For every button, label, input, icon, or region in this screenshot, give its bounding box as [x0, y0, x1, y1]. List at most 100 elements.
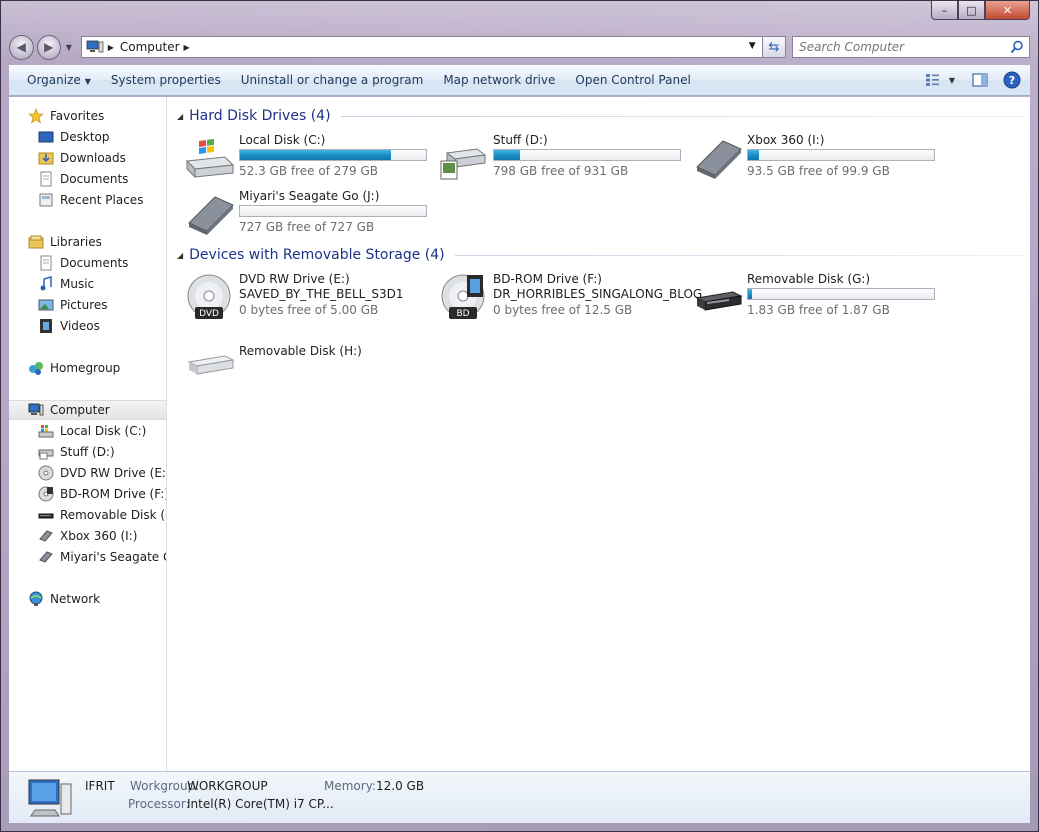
drive-free-space: 0 bytes free of 5.00 GB	[239, 303, 379, 317]
nav-documents[interactable]: Documents	[9, 169, 166, 189]
group-title: Hard Disk Drives (4)	[189, 108, 331, 124]
capacity-bar	[493, 149, 681, 161]
videos-icon	[40, 319, 52, 333]
collapse-arrow-icon[interactable]: ◢	[177, 112, 183, 121]
capacity-fill	[748, 289, 752, 299]
address-bar[interactable]: ▶ Computer ▶ ▼	[80, 36, 763, 58]
details-pane: IFRIT Workgroup: WORKGROUP Memory: 12.0 …	[9, 771, 1030, 823]
nav-computer[interactable]: Computer	[9, 400, 166, 420]
close-button[interactable]: ✕	[985, 1, 1030, 20]
collapse-arrow-icon[interactable]: ◢	[177, 251, 183, 260]
nav-desktop[interactable]: Desktop	[9, 127, 166, 147]
drive-name: Local Disk (C:)	[239, 133, 326, 147]
recent-places-icon	[39, 193, 53, 207]
nav-label: Pictures	[60, 298, 108, 312]
nav-library-documents[interactable]: Documents	[9, 253, 166, 273]
recent-pages-dropdown[interactable]: ▼	[63, 43, 75, 52]
explorer-window: – □ ✕ ◀ ▶ ▼ ▶ Computer ▶ ▼ ⇆ Search Comp…	[0, 0, 1039, 832]
system-properties-button[interactable]: System properties	[101, 73, 231, 87]
memory-label: Memory:	[324, 779, 376, 793]
open-control-panel-button[interactable]: Open Control Panel	[565, 73, 700, 87]
drive-name: Removable Disk (H:)	[239, 344, 362, 358]
drive-tile-d[interactable]: Stuff (D:) 798 GB free of 931 GB	[439, 133, 689, 183]
breadcrumb-computer[interactable]: Computer	[120, 40, 180, 54]
capacity-bar	[239, 205, 427, 217]
search-input[interactable]	[799, 40, 1010, 54]
drive-tile-h[interactable]: Removable Disk (H:)	[185, 344, 435, 394]
group-hard-disk-drives[interactable]: ◢ Hard Disk Drives (4)	[177, 106, 1024, 126]
group-divider	[340, 115, 1024, 117]
search-icon[interactable]	[1010, 40, 1024, 54]
organize-label: Organize	[27, 73, 81, 87]
processor-label: Processor:	[128, 797, 190, 811]
file-list[interactable]: ◢ Hard Disk Drives (4) Local Disk (C:) 5…	[167, 97, 1030, 771]
drive-tile-g[interactable]: Removable Disk (G:) 1.83 GB free of 1.87…	[693, 272, 943, 322]
nav-homegroup[interactable]: Homegroup	[9, 358, 166, 378]
drive-name: Miyari's Seagate Go (J:)	[239, 189, 380, 203]
back-arrow-icon: ◀	[16, 40, 26, 54]
caption-buttons: – □ ✕	[931, 1, 1030, 21]
minimize-button[interactable]: –	[931, 1, 958, 20]
nav-drive-c[interactable]: Local Disk (C:)	[9, 421, 166, 441]
nav-label: Downloads	[60, 151, 126, 165]
change-view-button[interactable]: ▼	[922, 70, 958, 90]
drive-free-space: 727 GB free of 727 GB	[239, 220, 375, 234]
breadcrumb-separator-icon[interactable]: ▶	[184, 43, 190, 52]
group-removable-storage[interactable]: ◢ Devices with Removable Storage (4)	[177, 245, 1024, 265]
nav-videos[interactable]: Videos	[9, 316, 166, 336]
nav-label: Favorites	[50, 109, 105, 123]
drive-free-space: 93.5 GB free of 99.9 GB	[747, 164, 890, 178]
drive-tile-f[interactable]: BD BD-ROM Drive (F:) DR_HORRIBLES_SINGAL…	[439, 272, 702, 322]
uninstall-program-button[interactable]: Uninstall or change a program	[231, 73, 434, 87]
map-network-drive-button[interactable]: Map network drive	[433, 73, 565, 87]
nav-music[interactable]: Music	[9, 274, 166, 294]
drive-tile-i[interactable]: Xbox 360 (I:) 93.5 GB free of 99.9 GB	[693, 133, 943, 183]
forward-button[interactable]: ▶	[36, 34, 61, 60]
nav-libraries[interactable]: Libraries	[9, 232, 166, 252]
nav-drive-i[interactable]: Xbox 360 (I:)	[9, 526, 166, 546]
nav-label: Videos	[60, 319, 100, 333]
capacity-fill	[240, 150, 391, 160]
nav-network[interactable]: Network	[9, 589, 166, 609]
nav-drive-f[interactable]: BD-ROM Drive (F:) D	[9, 484, 166, 504]
pictures-icon	[38, 299, 54, 311]
svg-text:?: ?	[1009, 74, 1015, 87]
preview-pane-button[interactable]	[970, 70, 990, 90]
help-button[interactable]: ?	[1002, 70, 1022, 90]
removable-disk-icon	[187, 355, 235, 375]
workgroup-value: WORKGROUP	[187, 779, 268, 793]
organize-button[interactable]: Organize ▼	[17, 73, 101, 87]
address-dropdown-icon[interactable]: ▼	[749, 41, 756, 51]
nav-label: Homegroup	[50, 361, 121, 375]
star-icon	[28, 108, 44, 124]
drive-tile-j[interactable]: Miyari's Seagate Go (J:) 727 GB free of …	[185, 189, 435, 239]
drive-tile-e[interactable]: DVD DVD RW Drive (E:) SAVED_BY_THE_BELL_…	[185, 272, 435, 322]
external-drive-icon	[39, 530, 53, 542]
nav-recent-places[interactable]: Recent Places	[9, 190, 166, 210]
refresh-button[interactable]: ⇆	[762, 36, 787, 58]
drive-free-space: 1.83 GB free of 1.87 GB	[747, 303, 890, 317]
capacity-bar	[747, 149, 935, 161]
nav-label: Desktop	[60, 130, 110, 144]
breadcrumb-separator-icon[interactable]: ▶	[108, 43, 114, 52]
computer-icon	[28, 779, 72, 817]
search-box[interactable]	[792, 36, 1030, 58]
maximize-button[interactable]: □	[958, 1, 985, 20]
navigation-pane[interactable]: Favorites Desktop Downloads Documents Re…	[9, 97, 167, 771]
nav-drive-j[interactable]: Miyari's Seagate Go	[9, 547, 166, 567]
nav-label: Miyari's Seagate Go	[60, 550, 166, 564]
drive-tile-c[interactable]: Local Disk (C:) 52.3 GB free of 279 GB	[185, 133, 435, 183]
capacity-fill	[494, 150, 521, 160]
nav-favorites[interactable]: Favorites	[9, 106, 166, 126]
nav-label: Removable Disk (G:)	[60, 508, 166, 522]
nav-drive-g[interactable]: Removable Disk (G:)	[9, 505, 166, 525]
navigation-bar: ◀ ▶ ▼ ▶ Computer ▶ ▼ ⇆	[9, 33, 1030, 61]
nav-drive-d[interactable]: Stuff (D:)	[9, 442, 166, 462]
bd-drive-icon	[38, 486, 54, 502]
computer-icon	[28, 403, 44, 416]
back-button[interactable]: ◀	[9, 34, 34, 60]
nav-downloads[interactable]: Downloads	[9, 148, 166, 168]
nav-pictures[interactable]: Pictures	[9, 295, 166, 315]
nav-drive-e[interactable]: DVD RW Drive (E:) SA	[9, 463, 166, 483]
dvd-drive-icon	[38, 465, 54, 481]
